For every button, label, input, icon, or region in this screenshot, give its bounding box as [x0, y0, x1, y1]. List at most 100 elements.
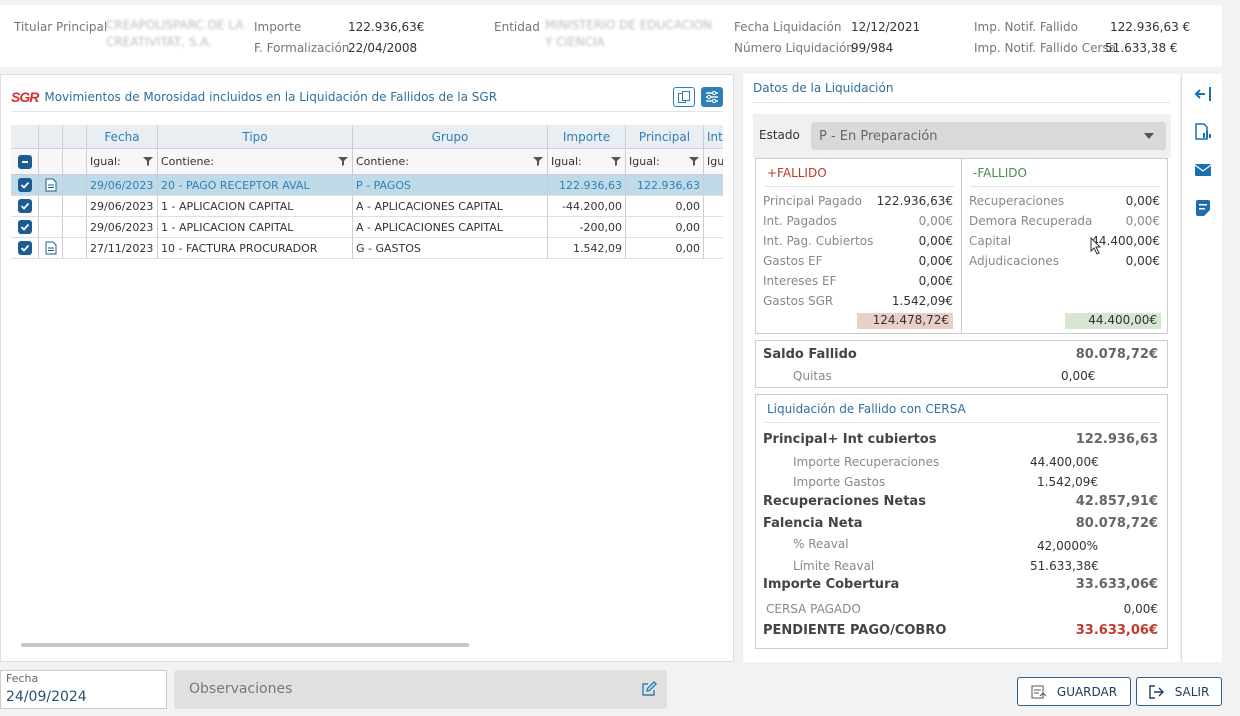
filter-empty [63, 149, 87, 175]
cell-principal[interactable]: 0,00 [626, 238, 704, 259]
col-header-principal[interactable]: Principal [626, 125, 704, 149]
cell-tipo[interactable]: 20 - PAGO RECEPTOR AVAL [158, 175, 353, 196]
cell-importe[interactable]: -200,00 [548, 217, 626, 238]
col-header-fecha[interactable]: Fecha [87, 125, 158, 149]
filter-importe[interactable]: Igual: [548, 149, 626, 175]
recuperaciones-netas-label: Recuperaciones Netas [763, 494, 926, 509]
save-document-icon [1031, 685, 1047, 698]
cell-grupo[interactable]: A - APLICACIONES CAPITAL [353, 196, 548, 217]
observaciones-field[interactable]: Observaciones [174, 670, 667, 709]
cell-tipo[interactable]: 10 - FACTURA PROCURADOR [158, 238, 353, 259]
grid-header-check [11, 125, 39, 149]
filter-int-label: Igu [707, 155, 723, 168]
importe-value: 122.936,63€ [348, 20, 425, 34]
cell-fecha[interactable]: 29/06/2023 [87, 217, 158, 238]
filter-icon[interactable] [143, 156, 153, 166]
check-icon [20, 244, 29, 252]
cell-principal[interactable]: 0,00 [626, 217, 704, 238]
email-button[interactable] [1193, 160, 1213, 180]
filter-principal[interactable]: Igual: [626, 149, 704, 175]
horizontal-scrollbar[interactable] [21, 643, 469, 647]
filter-int[interactable]: Igu [704, 149, 723, 175]
col-header-tipo[interactable]: Tipo [158, 125, 353, 149]
fecha-field-value[interactable]: 24/09/2024 [6, 689, 87, 705]
importe-cobertura-value: 33.633,06€ [1075, 577, 1158, 592]
cell-fecha[interactable]: 29/06/2023 [87, 175, 158, 196]
collapse-button[interactable] [1193, 84, 1213, 104]
cell-fecha[interactable]: 29/06/2023 [87, 196, 158, 217]
row-checkbox[interactable] [17, 199, 32, 213]
plus-label: Principal Pagado [763, 194, 862, 208]
liquidacion-panel: Datos de la Liquidación Estado P - En Pr… [742, 74, 1180, 662]
select-all-cell[interactable] [11, 149, 39, 175]
cell-importe[interactable]: -44.200,00 [548, 196, 626, 217]
cell-int[interactable] [704, 238, 723, 259]
cell-tipo[interactable]: 1 - APLICACION CAPITAL [158, 196, 353, 217]
fallido-divider [961, 159, 962, 333]
filter-icon[interactable] [689, 156, 699, 166]
document-icon-cell[interactable] [39, 238, 63, 259]
filter-grupo-label: Contiene: [356, 155, 409, 168]
document-icon[interactable] [45, 178, 57, 192]
importe-recuperaciones-value: 44.400,00€ [1030, 455, 1099, 469]
formalizacion-label: F. Formalización [254, 41, 350, 55]
edit-icon[interactable] [641, 681, 657, 697]
filter-icon[interactable] [338, 156, 348, 166]
col-header-grupo[interactable]: Grupo [353, 125, 548, 149]
col-header-int[interactable]: Int [704, 125, 723, 149]
row-checkbox[interactable] [17, 241, 32, 255]
cell-int[interactable] [704, 217, 723, 238]
recuperaciones-netas-value: 42.857,91€ [1075, 494, 1158, 509]
divider [753, 102, 1170, 103]
col-header-importe[interactable]: Importe [548, 125, 626, 149]
document-icon[interactable] [45, 241, 57, 255]
envelope-icon [1194, 164, 1212, 176]
cell-grupo[interactable]: P - PAGOS [353, 175, 548, 196]
notes-button[interactable] [1193, 198, 1213, 218]
guardar-button[interactable]: GUARDAR [1017, 677, 1131, 706]
plus-label: Intereses EF [763, 274, 837, 288]
copy-button[interactable] [673, 87, 695, 107]
row-checkbox[interactable] [17, 220, 32, 234]
cell-int[interactable] [704, 175, 723, 196]
salir-label: SALIR [1174, 684, 1210, 699]
salir-button[interactable]: SALIR [1136, 677, 1222, 706]
cell-principal[interactable]: 122.936,63 [626, 175, 704, 196]
document-chart-button[interactable] [1193, 122, 1213, 142]
document-chart-icon [1195, 123, 1211, 140]
cell-grupo[interactable]: G - GASTOS [353, 238, 548, 259]
filter-tipo[interactable]: Contiene: [158, 149, 353, 175]
cell-int[interactable] [704, 196, 723, 217]
minus-icon [21, 160, 28, 163]
row-cell-empty [63, 175, 87, 196]
row-checkbox-cell[interactable] [11, 217, 39, 238]
plus-label: Int. Pagados [763, 214, 837, 228]
filter-fecha[interactable]: Igual: [87, 149, 158, 175]
cell-importe[interactable]: 122.936,63 [548, 175, 626, 196]
minus-value: 0,00€ [1125, 254, 1160, 268]
filter-grupo[interactable]: Contiene: [353, 149, 548, 175]
cell-fecha[interactable]: 27/11/2023 [87, 238, 158, 259]
fecha-field-label: Fecha [6, 672, 39, 685]
document-icon-cell[interactable] [39, 175, 63, 196]
row-checkbox-cell[interactable] [11, 196, 39, 217]
row-checkbox-cell[interactable] [11, 175, 39, 196]
cell-principal[interactable]: 0,00 [626, 196, 704, 217]
filter-icon[interactable] [533, 156, 543, 166]
filter-icon[interactable] [611, 156, 621, 166]
plus-value: 0,00€ [918, 274, 953, 288]
select-all-checkbox[interactable] [17, 154, 32, 169]
row-checkbox-cell[interactable] [11, 238, 39, 259]
fecha-field[interactable]: Fecha 24/09/2024 [0, 670, 167, 709]
cell-importe[interactable]: 1.542,09 [548, 238, 626, 259]
minus-label: Recuperaciones [969, 194, 1065, 208]
cell-tipo[interactable]: 1 - APLICACION CAPITAL [158, 217, 353, 238]
cell-grupo[interactable]: A - APLICACIONES CAPITAL [353, 217, 548, 238]
minus-value: 0,00€ [1125, 214, 1160, 228]
falencia-neta-value: 80.078,72€ [1075, 516, 1158, 531]
pendiente-label: PENDIENTE PAGO/COBRO [763, 623, 947, 638]
filter-doc [39, 149, 63, 175]
settings-button[interactable] [701, 87, 723, 107]
row-checkbox[interactable] [17, 178, 32, 192]
estado-select[interactable]: P - En Preparación [811, 122, 1166, 150]
